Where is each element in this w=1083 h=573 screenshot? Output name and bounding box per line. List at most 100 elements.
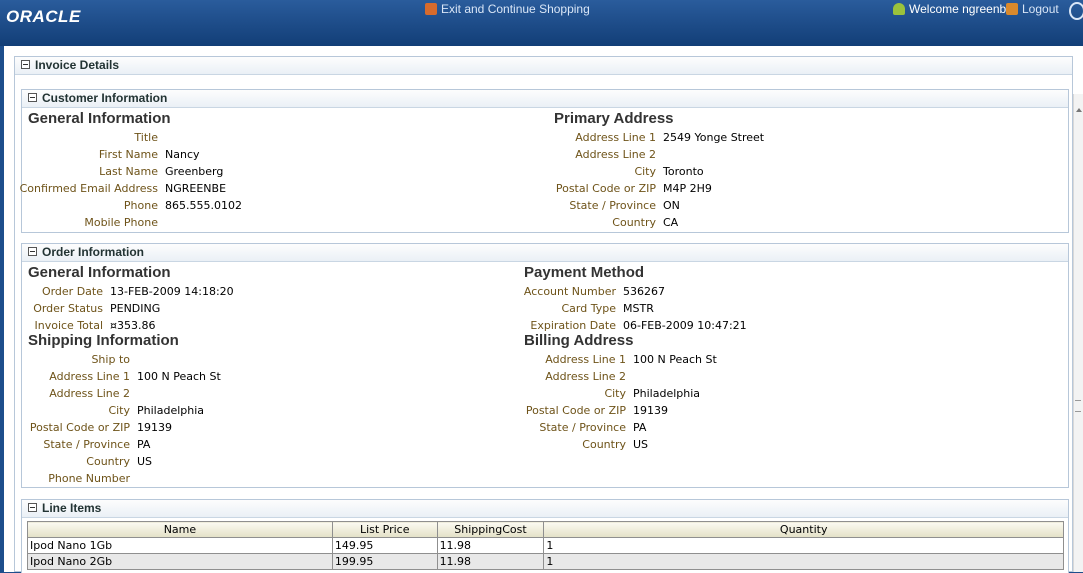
order-information-header[interactable]: Order Information	[22, 244, 1068, 262]
column-header[interactable]: Name	[27, 521, 333, 538]
customer-information-section: Customer Information General Information…	[20, 89, 1069, 233]
field-row: Expiration Date 06-FEB-2009 10:47:21	[22, 317, 746, 334]
field-row: State / Province ON	[22, 197, 680, 214]
field-label: Phone Number	[48, 472, 130, 485]
user-icon	[893, 3, 905, 15]
field-value: M4P 2H9	[663, 182, 712, 195]
field-label: Address Line 2	[575, 148, 656, 161]
field-label: Address Line 1	[575, 131, 656, 144]
customer-general-heading: General Information	[28, 110, 171, 127]
collapse-icon[interactable]	[28, 93, 37, 102]
table-cell: 149.95	[331, 537, 438, 554]
field-label: Country	[86, 455, 130, 468]
invoice-details-title: Invoice Details	[35, 58, 120, 72]
table-cell: 11.98	[436, 537, 545, 554]
oracle-logo: ORACLE	[6, 7, 81, 26]
field-label: City	[634, 165, 656, 178]
field-value: 19139	[633, 404, 668, 417]
order-information-section: Order Information General Information Pa…	[21, 243, 1069, 488]
table-cell: 199.95	[331, 553, 438, 570]
field-label: Card Type	[561, 302, 617, 315]
line-items-title: Line Items	[42, 501, 102, 515]
field-row: Country US	[22, 453, 152, 470]
field-label: State / Province	[569, 199, 656, 212]
customer-information-header[interactable]: Customer Information	[22, 90, 1068, 108]
field-value: Philadelphia	[633, 387, 701, 400]
field-label: Expiration Date	[530, 319, 616, 332]
field-label: Account Number	[523, 285, 616, 298]
field-value: MSTR	[623, 302, 654, 315]
line-items-section: Line Items Name List Price ShippingCost Qua…	[21, 499, 1069, 573]
payment-method-heading: Payment Method	[524, 264, 645, 281]
customer-information-title: Customer Information	[42, 91, 168, 105]
field-label: City	[604, 387, 626, 400]
field-value: PA	[633, 421, 647, 434]
order-general-heading: General Information	[28, 264, 171, 281]
logout-icon	[1006, 3, 1018, 15]
field-row: City Toronto	[22, 163, 703, 180]
primary-address-heading: Primary Address	[554, 110, 674, 127]
app-header: ORACLE Exit and Continue Shopping Welcom…	[0, 0, 1083, 46]
field-row: Country CA	[22, 214, 678, 231]
field-row: Card Type MSTR	[22, 300, 654, 317]
table-body: Ipod Nano 1Gb 149.95 11.98 1 Ipod Nano 2Gb 19…	[27, 537, 1064, 570]
field-row: Postal Code or ZIP 19139	[22, 402, 668, 419]
billing-address-heading: Billing Address	[524, 332, 634, 349]
exit-link-label: Exit and Continue Shopping	[441, 2, 590, 16]
field-value: ON	[663, 199, 680, 212]
field-label: Postal Code or ZIP	[525, 404, 626, 417]
logout-label: Logout	[1022, 2, 1059, 16]
ring-icon	[1069, 2, 1083, 20]
scroll-up-arrow-icon[interactable]	[1076, 108, 1082, 112]
table-header-row: Name List Price ShippingCost Quantity	[27, 521, 1064, 538]
field-value: 2549 Yonge Street	[663, 131, 765, 144]
line-items-header[interactable]: Line Items	[22, 500, 1068, 518]
table-cell: 1	[543, 537, 1064, 554]
field-label: Country	[582, 438, 626, 451]
field-value: US	[137, 455, 153, 468]
field-value: 536267	[623, 285, 665, 298]
field-label: State / Province	[539, 421, 626, 434]
field-row: Postal Code or ZIP M4P 2H9	[22, 180, 712, 197]
collapse-icon[interactable]	[28, 503, 37, 512]
field-value: Toronto	[663, 165, 704, 178]
home-icon	[425, 3, 437, 15]
column-header[interactable]: Quantity	[543, 521, 1064, 538]
vertical-scrollbar[interactable]	[1073, 94, 1083, 572]
field-row: State / Province PA	[22, 419, 646, 436]
scroll-grip[interactable]	[1075, 400, 1081, 412]
field-row: Address Line 1 2549 Yonge Street	[22, 129, 764, 146]
invoice-details-header[interactable]: Invoice Details	[15, 57, 1072, 75]
field-row: Address Line 2	[22, 146, 656, 163]
logout-link[interactable]: Logout	[1006, 2, 1059, 16]
field-value: 100 N Peach St	[633, 353, 717, 366]
field-row: Country US	[22, 436, 648, 453]
collapse-icon[interactable]	[28, 247, 37, 256]
field-label: Country	[612, 216, 656, 229]
order-information-title: Order Information	[42, 245, 145, 259]
exit-continue-shopping-link[interactable]: Exit and Continue Shopping	[425, 2, 590, 16]
field-value: 06-FEB-2009 10:47:21	[623, 319, 747, 332]
table-row[interactable]: Ipod Nano 1Gb 149.95 11.98 1	[27, 537, 1064, 554]
field-value: CA	[663, 216, 679, 229]
table-cell: 11.98	[436, 553, 545, 570]
collapse-icon[interactable]	[21, 60, 30, 69]
field-row: City Philadelphia	[22, 385, 700, 402]
field-row: Phone Number	[22, 470, 130, 487]
field-row: Address Line 1 100 N Peach St	[22, 351, 717, 368]
field-row: Address Line 2	[22, 368, 626, 385]
table-cell: Ipod Nano 1Gb	[27, 537, 333, 554]
table-cell: Ipod Nano 2Gb	[27, 553, 333, 570]
field-row: Account Number 536267	[22, 283, 665, 300]
welcome-user: Welcome ngreenbe	[893, 2, 1013, 16]
column-header[interactable]: ShippingCost	[436, 521, 545, 538]
line-items-table: Name List Price ShippingCost Quantity Ipod …	[27, 521, 1064, 570]
field-label: Address Line 2	[545, 370, 626, 383]
field-label: Address Line 1	[545, 353, 626, 366]
column-header[interactable]: List Price	[331, 521, 438, 538]
field-value: US	[633, 438, 649, 451]
table-row[interactable]: Ipod Nano 2Gb 199.95 11.98 1	[27, 553, 1064, 570]
table-cell: 1	[543, 553, 1064, 570]
content-panel: Invoice Details Customer Information Gen…	[4, 46, 1083, 573]
shipping-information-heading: Shipping Information	[28, 332, 179, 349]
